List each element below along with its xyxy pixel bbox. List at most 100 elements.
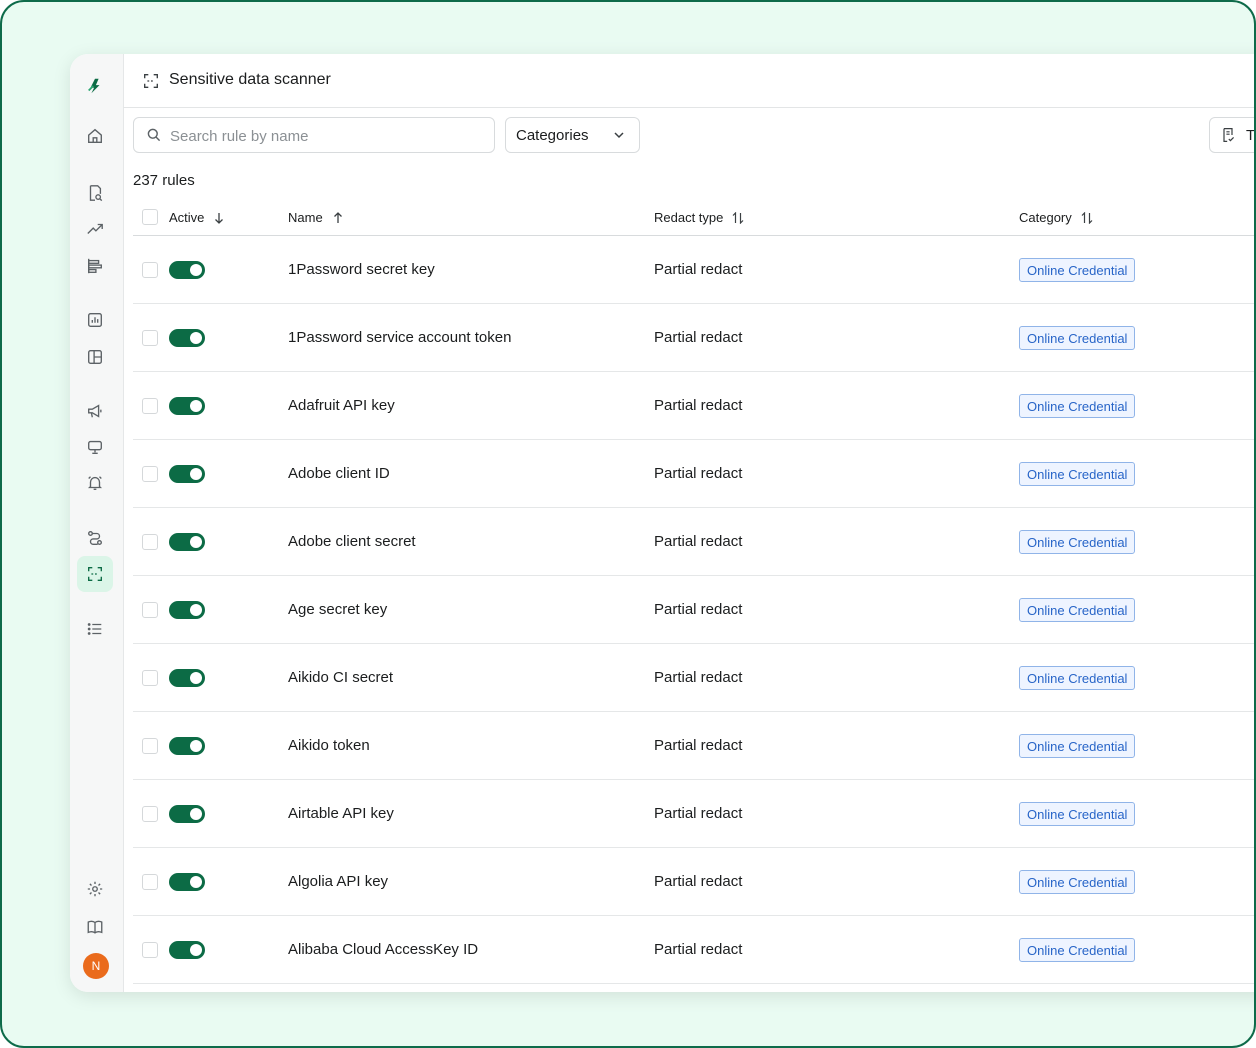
table-header: Active Name Redact type Category bbox=[133, 200, 1254, 236]
active-toggle[interactable] bbox=[169, 941, 205, 959]
redact-type: Partial redact bbox=[654, 805, 743, 822]
table-row[interactable]: Airtable API key Partial redact Online C… bbox=[133, 780, 1254, 848]
gear-icon[interactable] bbox=[77, 871, 113, 907]
category-badge: Online Credential bbox=[1019, 734, 1136, 758]
active-toggle[interactable] bbox=[169, 601, 205, 619]
table-row[interactable]: Age secret key Partial redact Online Cre… bbox=[133, 576, 1254, 644]
column-category-label: Category bbox=[1019, 210, 1072, 225]
row-checkbox[interactable] bbox=[142, 534, 158, 550]
category-badge: Online Credential bbox=[1019, 598, 1136, 622]
table-row[interactable]: Aikido CI secret Partial redact Online C… bbox=[133, 644, 1254, 712]
table-row[interactable]: Algolia API key Partial redact Online Cr… bbox=[133, 848, 1254, 916]
redact-type: Partial redact bbox=[654, 397, 743, 414]
redact-type: Partial redact bbox=[654, 669, 743, 686]
categories-dropdown[interactable]: Categories bbox=[505, 117, 640, 153]
rule-name: Airtable API key bbox=[288, 805, 394, 822]
sensitive-data-scanner-icon[interactable] bbox=[77, 556, 113, 592]
scanner-icon bbox=[144, 74, 158, 88]
active-toggle[interactable] bbox=[169, 669, 205, 687]
rule-name: 1Password secret key bbox=[288, 261, 435, 278]
category-badge: Online Credential bbox=[1019, 258, 1136, 282]
table-row[interactable]: Adobe client secret Partial redact Onlin… bbox=[133, 508, 1254, 576]
row-checkbox[interactable] bbox=[142, 806, 158, 822]
rule-name: Aikido CI secret bbox=[288, 669, 394, 686]
dashboard-chart-icon[interactable] bbox=[77, 302, 113, 338]
row-checkbox[interactable] bbox=[142, 466, 158, 482]
megaphone-icon[interactable] bbox=[77, 393, 113, 429]
active-toggle[interactable] bbox=[169, 805, 205, 823]
user-avatar[interactable]: N bbox=[83, 953, 109, 979]
categories-label: Categories bbox=[516, 126, 589, 144]
rule-name: Adobe client ID bbox=[288, 465, 390, 482]
table-row[interactable]: Adobe client ID Partial redact Online Cr… bbox=[133, 440, 1254, 508]
rule-name: 1Password service account token bbox=[288, 329, 512, 346]
row-checkbox[interactable] bbox=[142, 398, 158, 414]
monitor-icon[interactable] bbox=[77, 429, 113, 465]
column-name[interactable]: Name bbox=[288, 200, 344, 235]
category-badge: Online Credential bbox=[1019, 938, 1136, 962]
row-checkbox[interactable] bbox=[142, 330, 158, 346]
table-row[interactable]: 1Password service account token Partial … bbox=[133, 304, 1254, 372]
row-checkbox[interactable] bbox=[142, 602, 158, 618]
sort-icon bbox=[1081, 211, 1093, 224]
search-box[interactable] bbox=[133, 117, 495, 154]
book-icon[interactable] bbox=[77, 909, 113, 945]
active-toggle[interactable] bbox=[169, 329, 205, 347]
rules-count: 237 rules bbox=[133, 172, 195, 189]
table-row[interactable]: Alibaba Cloud AccessKey ID Partial redac… bbox=[133, 916, 1254, 984]
list-icon[interactable] bbox=[77, 611, 113, 647]
trend-icon[interactable] bbox=[77, 211, 113, 247]
active-toggle[interactable] bbox=[169, 873, 205, 891]
redact-type: Partial redact bbox=[654, 737, 743, 754]
bars-icon[interactable] bbox=[77, 248, 113, 284]
column-active[interactable]: Active bbox=[169, 200, 225, 235]
table-row[interactable]: Aikido token Partial redact Online Crede… bbox=[133, 712, 1254, 780]
alarm-bell-icon[interactable] bbox=[77, 465, 113, 501]
row-checkbox[interactable] bbox=[142, 874, 158, 890]
column-name-label: Name bbox=[288, 210, 323, 225]
row-checkbox[interactable] bbox=[142, 942, 158, 958]
layout-icon[interactable] bbox=[77, 339, 113, 375]
toolbar-right-button[interactable]: T bbox=[1209, 117, 1254, 153]
redact-type: Partial redact bbox=[654, 329, 743, 346]
category-badge: Online Credential bbox=[1019, 530, 1136, 554]
page-title: Sensitive data scanner bbox=[169, 71, 331, 88]
row-checkbox[interactable] bbox=[142, 670, 158, 686]
redact-type: Partial redact bbox=[654, 533, 743, 550]
row-checkbox[interactable] bbox=[142, 262, 158, 278]
active-toggle[interactable] bbox=[169, 261, 205, 279]
table-row[interactable]: Adafruit API key Partial redact Online C… bbox=[133, 372, 1254, 440]
document-check-icon bbox=[1223, 128, 1235, 142]
active-toggle[interactable] bbox=[169, 397, 205, 415]
log-search-icon[interactable] bbox=[77, 175, 113, 211]
category-badge: Online Credential bbox=[1019, 870, 1136, 894]
search-input[interactable] bbox=[168, 118, 482, 154]
home-icon[interactable] bbox=[77, 118, 113, 154]
select-all-checkbox[interactable] bbox=[142, 209, 158, 225]
category-badge: Online Credential bbox=[1019, 394, 1136, 418]
column-category[interactable]: Category bbox=[1019, 200, 1093, 235]
search-icon bbox=[147, 128, 161, 142]
sort-icon bbox=[732, 211, 744, 224]
arrow-up-icon bbox=[333, 211, 342, 223]
app-window: N Sensitive data scanner Categories T 23… bbox=[70, 54, 1254, 992]
column-active-label: Active bbox=[169, 210, 205, 225]
row-checkbox[interactable] bbox=[142, 738, 158, 754]
main-content: Sensitive data scanner Categories T 237 … bbox=[123, 54, 1254, 992]
active-toggle[interactable] bbox=[169, 533, 205, 551]
category-badge: Online Credential bbox=[1019, 666, 1136, 690]
category-badge: Online Credential bbox=[1019, 462, 1136, 486]
route-icon[interactable] bbox=[77, 520, 113, 556]
title-bar: Sensitive data scanner bbox=[123, 54, 1254, 108]
table-row[interactable]: 1Password secret key Partial redact Onli… bbox=[133, 236, 1254, 304]
rule-name: Aikido token bbox=[288, 737, 370, 754]
arrow-down-icon bbox=[215, 212, 224, 224]
chevron-down-icon bbox=[614, 132, 624, 139]
column-redact-type-label: Redact type bbox=[654, 210, 724, 225]
active-toggle[interactable] bbox=[169, 465, 205, 483]
rule-name: Algolia API key bbox=[288, 873, 389, 890]
logo-icon[interactable] bbox=[77, 68, 113, 104]
column-redact-type[interactable]: Redact type bbox=[654, 200, 744, 235]
active-toggle[interactable] bbox=[169, 737, 205, 755]
redact-type: Partial redact bbox=[654, 601, 743, 618]
